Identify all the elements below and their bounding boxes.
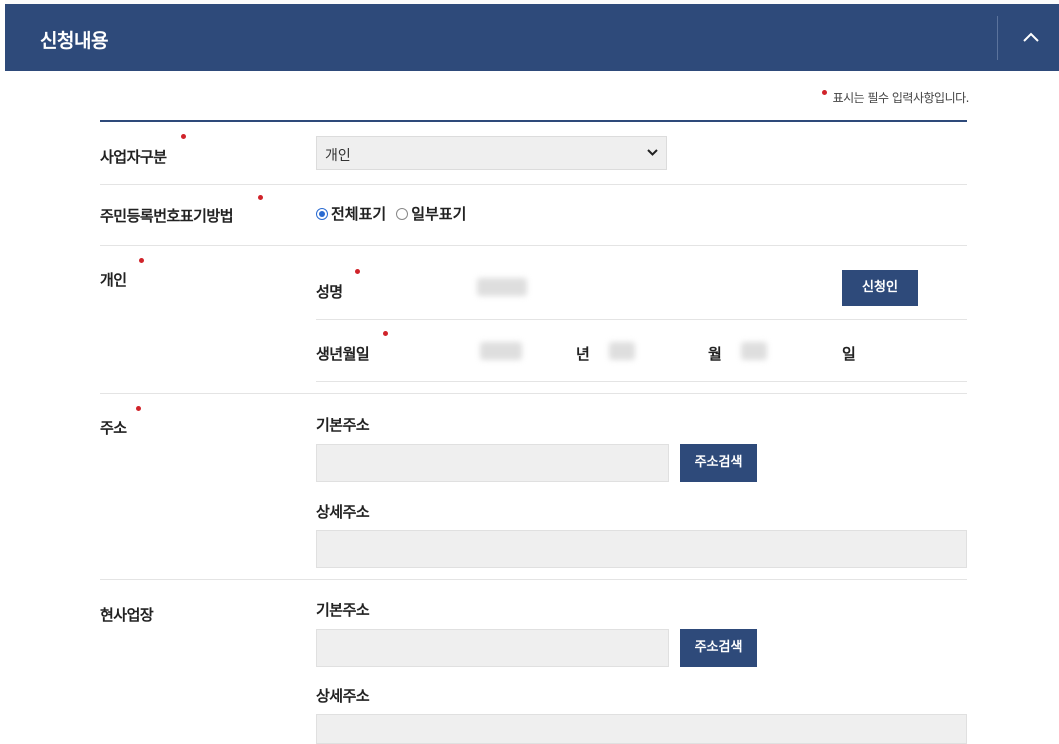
required-dot-icon xyxy=(355,269,360,274)
day-unit: 일 xyxy=(842,345,856,363)
birth-month-redacted xyxy=(609,342,635,360)
section-title: 신청내용 xyxy=(40,30,108,52)
month-unit: 월 xyxy=(708,345,722,363)
row-divider xyxy=(100,579,967,580)
required-dot-icon xyxy=(258,195,263,200)
site-search-button[interactable]: 주소검색 xyxy=(680,629,757,667)
sub-row-divider xyxy=(316,319,967,320)
row-divider xyxy=(100,245,967,246)
rrn-full-radio[interactable]: 전체표기 xyxy=(316,203,386,224)
rrn-partial-radio[interactable]: 일부표기 xyxy=(396,203,466,224)
site-label: 현사업장 xyxy=(100,606,154,624)
required-dot-icon xyxy=(139,258,144,263)
individual-label: 개인 xyxy=(100,271,127,289)
rrn-partial-label: 일부표기 xyxy=(411,205,467,223)
application-form-page: 신청내용 표시는 필수 입력사항입니다. 사업자구분 개인 주민등록번호표기방법… xyxy=(0,0,1059,744)
chevron-up-icon xyxy=(1023,32,1039,42)
section-header: 신청내용 xyxy=(5,4,1059,71)
business-type-value: 개인 xyxy=(325,148,351,164)
address-search-button[interactable]: 주소검색 xyxy=(680,444,757,482)
header-divider xyxy=(997,16,998,60)
address-basic-label: 기본주소 xyxy=(316,416,370,434)
site-detail-label: 상세주소 xyxy=(316,687,370,705)
address-label: 주소 xyxy=(100,419,127,437)
required-note-text: 표시는 필수 입력사항입니다. xyxy=(832,91,970,105)
address-basic-input[interactable] xyxy=(316,444,669,482)
required-note: 표시는 필수 입력사항입니다. xyxy=(821,89,970,106)
birth-label: 생년월일 xyxy=(316,345,370,363)
required-dot-icon xyxy=(136,406,141,411)
business-type-select[interactable]: 개인 xyxy=(316,136,667,170)
required-dot-icon xyxy=(383,331,388,336)
form-content: 표시는 필수 입력사항입니다. 사업자구분 개인 주민등록번호표기방법 전체표기… xyxy=(5,71,1059,744)
required-dot-icon xyxy=(181,134,186,139)
radio-checked-icon xyxy=(316,208,328,220)
rrn-display-label: 주민등록번호표기방법 xyxy=(100,207,234,225)
radio-unchecked-icon xyxy=(396,208,409,220)
site-basic-input[interactable] xyxy=(316,629,669,667)
required-dot-icon xyxy=(821,90,827,95)
year-unit: 년 xyxy=(576,345,590,363)
address-detail-input[interactable] xyxy=(316,530,967,568)
chevron-down-icon xyxy=(647,149,658,156)
birth-day-redacted xyxy=(741,342,767,360)
business-type-label: 사업자구분 xyxy=(100,148,167,166)
collapse-button[interactable] xyxy=(1005,16,1057,60)
birth-year-redacted xyxy=(480,342,522,360)
rrn-full-label: 전체표기 xyxy=(331,205,387,223)
row-divider xyxy=(100,184,967,185)
top-rule xyxy=(100,120,967,122)
applicant-button[interactable]: 신청인 xyxy=(842,270,918,306)
row-divider xyxy=(100,393,967,394)
name-value-redacted xyxy=(477,278,527,296)
rrn-display-radio-group: 전체표기 일부표기 xyxy=(316,203,476,224)
address-detail-label: 상세주소 xyxy=(316,503,370,521)
sub-row-divider xyxy=(316,381,967,382)
site-basic-label: 기본주소 xyxy=(316,601,370,619)
name-label: 성명 xyxy=(316,283,343,301)
site-detail-input[interactable] xyxy=(316,714,967,744)
